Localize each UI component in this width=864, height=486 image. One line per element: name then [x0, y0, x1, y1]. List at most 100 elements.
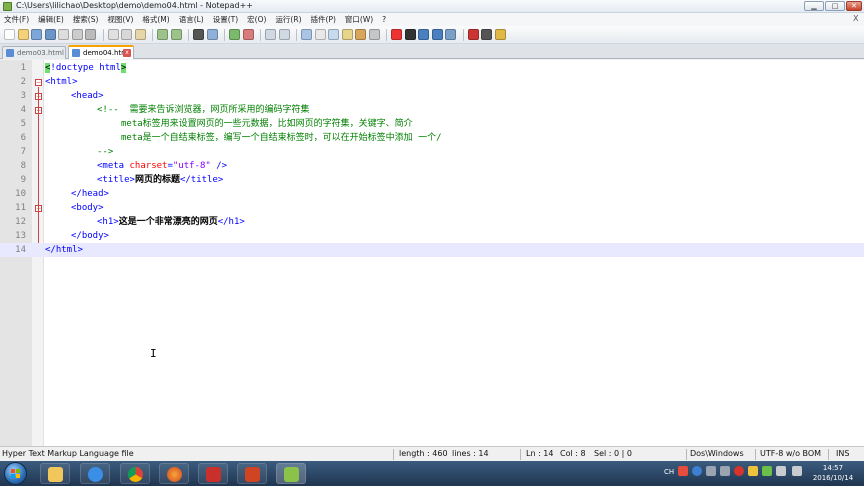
code-line: 1 <!doctype html>: [0, 61, 864, 75]
tray-tool-icon[interactable]: [706, 466, 716, 476]
toolbar-divider: [260, 28, 261, 41]
code-editor[interactable]: − − − − 1 <!doctype html> 2 <html> 3 <he…: [0, 60, 864, 446]
plugin-icon[interactable]: [494, 29, 506, 40]
zoom-out-icon[interactable]: [242, 29, 254, 40]
menu-language[interactable]: 语言(L): [179, 14, 204, 25]
indent-guide-icon[interactable]: [328, 29, 339, 40]
code-line: 8 <meta charset="utf-8" />: [0, 159, 864, 173]
tray-security-icon[interactable]: [762, 466, 772, 476]
current-code-line: 14 </html>: [0, 243, 864, 257]
code-line: 11 <body>: [0, 201, 864, 215]
menu-search[interactable]: 搜索(S): [73, 14, 99, 25]
menu-run[interactable]: 运行(R): [275, 14, 301, 25]
run-macro-multiple-icon[interactable]: [431, 29, 443, 40]
open-file-icon[interactable]: [17, 29, 29, 40]
word-wrap-icon[interactable]: [301, 29, 312, 40]
tab-demo03[interactable]: demo03.html: [2, 46, 66, 59]
toolbar-divider: [296, 28, 297, 41]
system-clock[interactable]: 14:57 2016/10/14: [808, 463, 858, 483]
menu-bar: 文件(F) 编辑(E) 搜索(S) 视图(V) 格式(M) 语言(L) 设置(T…: [0, 13, 864, 26]
status-bar: Hyper Text Markup Language file length :…: [0, 446, 864, 461]
html-tag-icon[interactable]: [481, 29, 492, 40]
status-file-type: Hyper Text Markup Language file: [2, 449, 134, 458]
windows-taskbar: CH 14:57 2016/10/14: [0, 461, 864, 486]
network-icon[interactable]: [776, 466, 786, 476]
play-macro-icon[interactable]: [418, 29, 429, 40]
start-button[interactable]: [4, 462, 27, 485]
cut-icon[interactable]: [107, 29, 119, 40]
menu-window[interactable]: 窗口(W): [345, 14, 373, 25]
minimize-button[interactable]: ▁: [804, 1, 824, 11]
save-all-icon[interactable]: [44, 29, 56, 40]
doc-map-icon[interactable]: [355, 29, 366, 40]
menu-help[interactable]: ?: [382, 15, 386, 24]
code-text: </body>: [71, 231, 109, 241]
status-divider: [755, 449, 756, 460]
stop-macro-icon[interactable]: [404, 29, 416, 40]
tray-app-icon[interactable]: [734, 466, 744, 476]
paste-icon[interactable]: [134, 29, 146, 40]
line-number: 14: [15, 245, 26, 255]
close-all-icon[interactable]: [71, 29, 83, 40]
zoom-in-icon[interactable]: [229, 29, 240, 40]
windows-logo-icon: [11, 469, 21, 479]
user-lang-icon[interactable]: [341, 29, 353, 40]
undo-icon[interactable]: [157, 29, 168, 40]
line-number: 1: [20, 63, 26, 73]
input-language-indicator[interactable]: CH: [664, 468, 674, 476]
show-all-chars-icon[interactable]: [314, 29, 326, 40]
code-line: 5 meta标签用来设置网页的一些元数据，比如网页的字符集，关键字、简介: [0, 117, 864, 131]
help-icon[interactable]: [692, 466, 702, 476]
code-text: <!doctype html>: [45, 63, 127, 73]
status-lines: lines : 14: [452, 449, 489, 458]
menu-close-doc-button[interactable]: X: [853, 14, 858, 23]
find-icon[interactable]: [193, 29, 204, 40]
menu-plugins[interactable]: 插件(P): [311, 14, 336, 25]
redo-icon[interactable]: [170, 29, 182, 40]
xmind-icon: [206, 467, 221, 482]
xmind-taskbar-button[interactable]: [198, 463, 228, 484]
code-line: 3 <head>: [0, 89, 864, 103]
status-column: Col : 8: [560, 449, 586, 458]
sync-horizontal-icon[interactable]: [278, 29, 290, 40]
function-list-icon[interactable]: [368, 29, 380, 40]
window-title: C:\Users\lilichao\Desktop\demo\demo04.ht…: [16, 1, 254, 10]
line-number: 2: [20, 77, 26, 87]
code-line: 2 <html>: [0, 75, 864, 89]
save-icon[interactable]: [31, 29, 42, 40]
save-macro-icon[interactable]: [445, 29, 456, 40]
explorer-taskbar-button[interactable]: [40, 463, 70, 484]
tab-demo04[interactable]: demo04.html x: [68, 45, 134, 59]
close-file-icon[interactable]: [58, 29, 69, 40]
line-number: 6: [20, 133, 26, 143]
chrome-taskbar-button[interactable]: [120, 463, 150, 484]
new-file-icon[interactable]: [4, 29, 15, 40]
firefox-taskbar-button[interactable]: [159, 463, 189, 484]
line-number: 8: [20, 161, 26, 171]
tray-settings-icon[interactable]: [720, 466, 730, 476]
menu-macro[interactable]: 宏(O): [247, 14, 266, 25]
menu-settings[interactable]: 设置(T): [213, 14, 238, 25]
close-button[interactable]: ✕: [846, 1, 862, 11]
sync-vertical-icon[interactable]: [265, 29, 276, 40]
tab-close-icon[interactable]: x: [123, 49, 131, 57]
maximize-button[interactable]: □: [825, 1, 845, 11]
code-line: 12 <h1>这是一个非常漂亮的网页</h1>: [0, 215, 864, 229]
print-icon[interactable]: [85, 29, 96, 40]
spell-check-icon[interactable]: [467, 29, 479, 40]
volume-icon[interactable]: [792, 466, 802, 476]
menu-edit[interactable]: 编辑(E): [38, 14, 64, 25]
ime-s-icon[interactable]: [678, 466, 688, 476]
ie-taskbar-button[interactable]: [80, 463, 110, 484]
code-text: <body>: [71, 203, 104, 213]
copy-icon[interactable]: [121, 29, 132, 40]
menu-format[interactable]: 格式(M): [142, 14, 169, 25]
code-text: <!-- 需要来告诉浏览器，网页所采用的编码字符集: [97, 105, 310, 115]
menu-view[interactable]: 视图(V): [107, 14, 133, 25]
replace-icon[interactable]: [206, 29, 218, 40]
menu-file[interactable]: 文件(F): [4, 14, 29, 25]
powerpoint-taskbar-button[interactable]: [237, 463, 267, 484]
record-macro-icon[interactable]: [391, 29, 402, 40]
notepadpp-taskbar-button[interactable]: [276, 463, 306, 484]
tray-cloud-icon[interactable]: [748, 466, 758, 476]
